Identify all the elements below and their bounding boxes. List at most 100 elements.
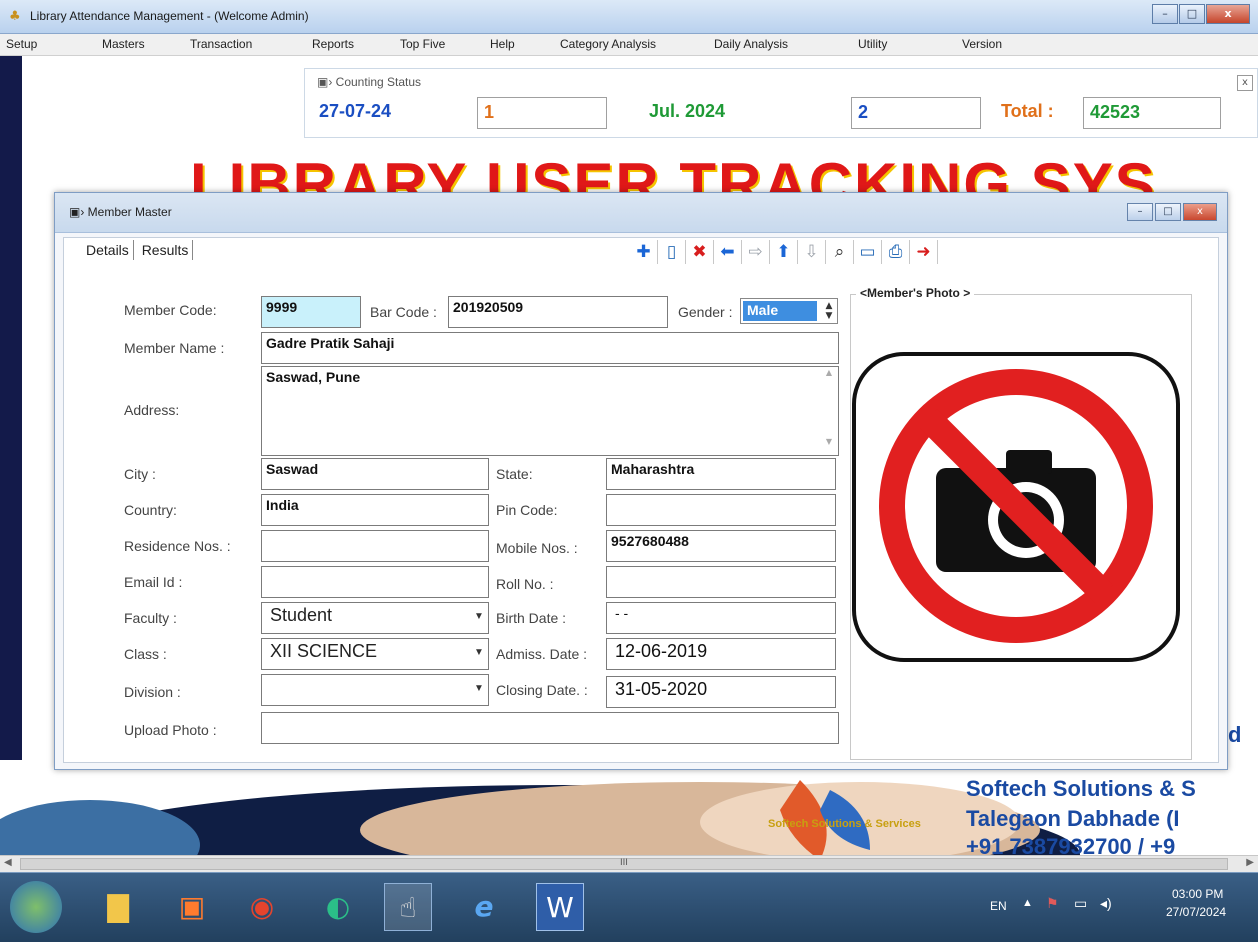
menu-setup[interactable]: Setup — [6, 37, 37, 51]
menu-top-five[interactable]: Top Five — [400, 37, 445, 51]
division-select[interactable]: ▼ — [261, 674, 489, 706]
maximize-button[interactable]: □ — [1179, 4, 1205, 24]
scroll-grip: III — [620, 858, 628, 868]
delete-icon[interactable]: ✖ — [686, 240, 714, 264]
faculty-select[interactable]: Student ▼ — [261, 602, 489, 634]
minimize-button[interactable]: – — [1152, 4, 1178, 24]
closing-date-label: Closing Date. : — [496, 682, 588, 698]
contact-partial: d — [1228, 722, 1242, 747]
window-icon: ▣› — [317, 75, 336, 89]
tab-results[interactable]: Results — [137, 240, 194, 260]
network-icon[interactable]: ▭ — [1074, 895, 1087, 912]
member-master-title: ▣› Member Master — [69, 205, 172, 219]
residence-label: Residence Nos. : — [124, 538, 231, 554]
record-toolbar: ✚ ▯ ✖ ⬅ ⇨ ⬆ ⇩ ⌕ ▭ ⎙ ➜ — [630, 238, 938, 266]
menu-help[interactable]: Help — [490, 37, 515, 51]
member-name-label: Member Name : — [124, 340, 225, 356]
closing-date-input[interactable]: 31-05-2020 — [606, 676, 836, 708]
member-close-button[interactable]: x — [1183, 203, 1217, 221]
clock-time[interactable]: 03:00 PM — [1172, 887, 1223, 901]
city-input[interactable]: Saswad — [261, 458, 489, 490]
member-master-titlebar: ▣› Member Master – □ x — [55, 193, 1227, 233]
residence-input[interactable] — [261, 530, 489, 562]
roll-label: Roll No. : — [496, 576, 554, 592]
start-button[interactable] — [10, 881, 62, 933]
volume-icon[interactable]: ◂) — [1100, 895, 1112, 912]
ie-icon[interactable]: e — [460, 883, 508, 931]
menu-reports[interactable]: Reports — [312, 37, 354, 51]
monitor-icon[interactable]: ▭ — [854, 240, 882, 264]
close-button[interactable]: x — [1206, 4, 1250, 24]
word-icon[interactable]: W — [536, 883, 584, 931]
scroll-right-icon[interactable]: ▶ — [1246, 857, 1254, 868]
clock-date[interactable]: 27/07/2024 — [1166, 905, 1226, 919]
birth-date-input[interactable]: - - — [606, 602, 836, 634]
menu-daily-analysis[interactable]: Daily Analysis — [714, 37, 788, 51]
edge-icon[interactable]: ◐ — [314, 883, 362, 931]
counting-total-label: Total : — [995, 97, 1081, 129]
member-minimize-button[interactable]: – — [1127, 203, 1153, 221]
app-title-bar: ♣ Library Attendance Management - (Welco… — [0, 0, 1258, 34]
menu-category-analysis[interactable]: Category Analysis — [560, 37, 656, 51]
chrome-icon[interactable]: ◉ — [238, 883, 286, 931]
edit-icon[interactable]: ▯ — [658, 240, 686, 264]
menu-transaction[interactable]: Transaction — [190, 37, 252, 51]
menu-masters[interactable]: Masters — [102, 37, 145, 51]
gender-select[interactable]: Male ▲ ▼ — [740, 298, 838, 324]
window-icon: ▣› — [69, 205, 88, 219]
gender-label: Gender : — [678, 304, 733, 320]
member-name-input[interactable]: Gadre Pratik Sahaji — [261, 332, 839, 364]
explorer-icon[interactable]: ▇ — [94, 883, 142, 931]
upload-photo-input[interactable] — [261, 712, 839, 744]
app-icon: ♣ — [9, 9, 21, 24]
pin-code-label: Pin Code: — [496, 502, 558, 518]
address-textarea[interactable]: Saswad, Pune — [261, 366, 839, 456]
email-label: Email Id : — [124, 574, 183, 590]
add-icon[interactable]: ✚ — [630, 240, 658, 264]
chevron-down-icon[interactable]: ▼ — [472, 609, 486, 625]
bar-code-input[interactable]: 201920509 — [448, 296, 668, 328]
admiss-date-input[interactable]: 12-06-2019 — [606, 638, 836, 670]
member-window-controls: – □ x — [1125, 203, 1217, 221]
attendance-app-icon[interactable]: ☝ — [384, 883, 432, 931]
class-select[interactable]: XII SCIENCE ▼ — [261, 638, 489, 670]
member-maximize-button[interactable]: □ — [1155, 203, 1181, 221]
gender-value: Male — [743, 301, 817, 321]
binoculars-icon[interactable]: ⌕ — [826, 240, 854, 264]
class-label: Class : — [124, 646, 167, 662]
chevron-down-icon[interactable]: ▼ — [472, 645, 486, 661]
mobile-input[interactable]: 9527680488 — [606, 530, 836, 562]
horizontal-scrollbar[interactable]: ◀ III ▶ — [0, 855, 1258, 872]
email-input[interactable] — [261, 566, 489, 598]
menu-version[interactable]: Version — [962, 37, 1002, 51]
member-code-input[interactable]: 9999 — [261, 296, 361, 328]
chevron-down-icon[interactable]: ▼ — [472, 681, 486, 697]
state-input[interactable]: Maharashtra — [606, 458, 836, 490]
footer-company-logo: Softech Solutions & Services — [768, 818, 921, 830]
address-scrollbar[interactable]: ▲ ▼ — [821, 368, 837, 454]
language-indicator[interactable]: EN — [990, 899, 1007, 913]
previous-icon[interactable]: ⬅ — [714, 240, 742, 264]
pin-code-input[interactable] — [606, 494, 836, 526]
counting-close-button[interactable]: x — [1237, 75, 1253, 91]
exit-icon[interactable]: ➜ — [910, 240, 938, 264]
counting-status-title: ▣› Counting Status — [317, 75, 422, 89]
media-player-icon[interactable]: ▣ — [168, 883, 216, 931]
action-center-icon[interactable]: ⚑ — [1046, 895, 1059, 912]
window-controls: – □ x — [1151, 4, 1250, 24]
first-icon[interactable]: ⬆ — [770, 240, 798, 264]
class-value: XII SCIENCE — [270, 641, 378, 661]
spinner-icon[interactable]: ▲ ▼ — [823, 301, 835, 321]
printer-icon[interactable]: ⎙ — [882, 240, 910, 264]
counting-today: 1 — [477, 97, 607, 129]
country-input[interactable]: India — [261, 494, 489, 526]
next-icon[interactable]: ⇨ — [742, 240, 770, 264]
roll-input[interactable] — [606, 566, 836, 598]
menu-utility[interactable]: Utility — [858, 37, 887, 51]
tab-details[interactable]: Details — [82, 240, 134, 260]
scroll-left-icon[interactable]: ◀ — [4, 857, 12, 868]
last-icon[interactable]: ⇩ — [798, 240, 826, 264]
tray-expand-icon[interactable]: ▲ — [1022, 897, 1033, 909]
division-label: Division : — [124, 684, 181, 700]
no-photo-icon — [850, 350, 1182, 668]
